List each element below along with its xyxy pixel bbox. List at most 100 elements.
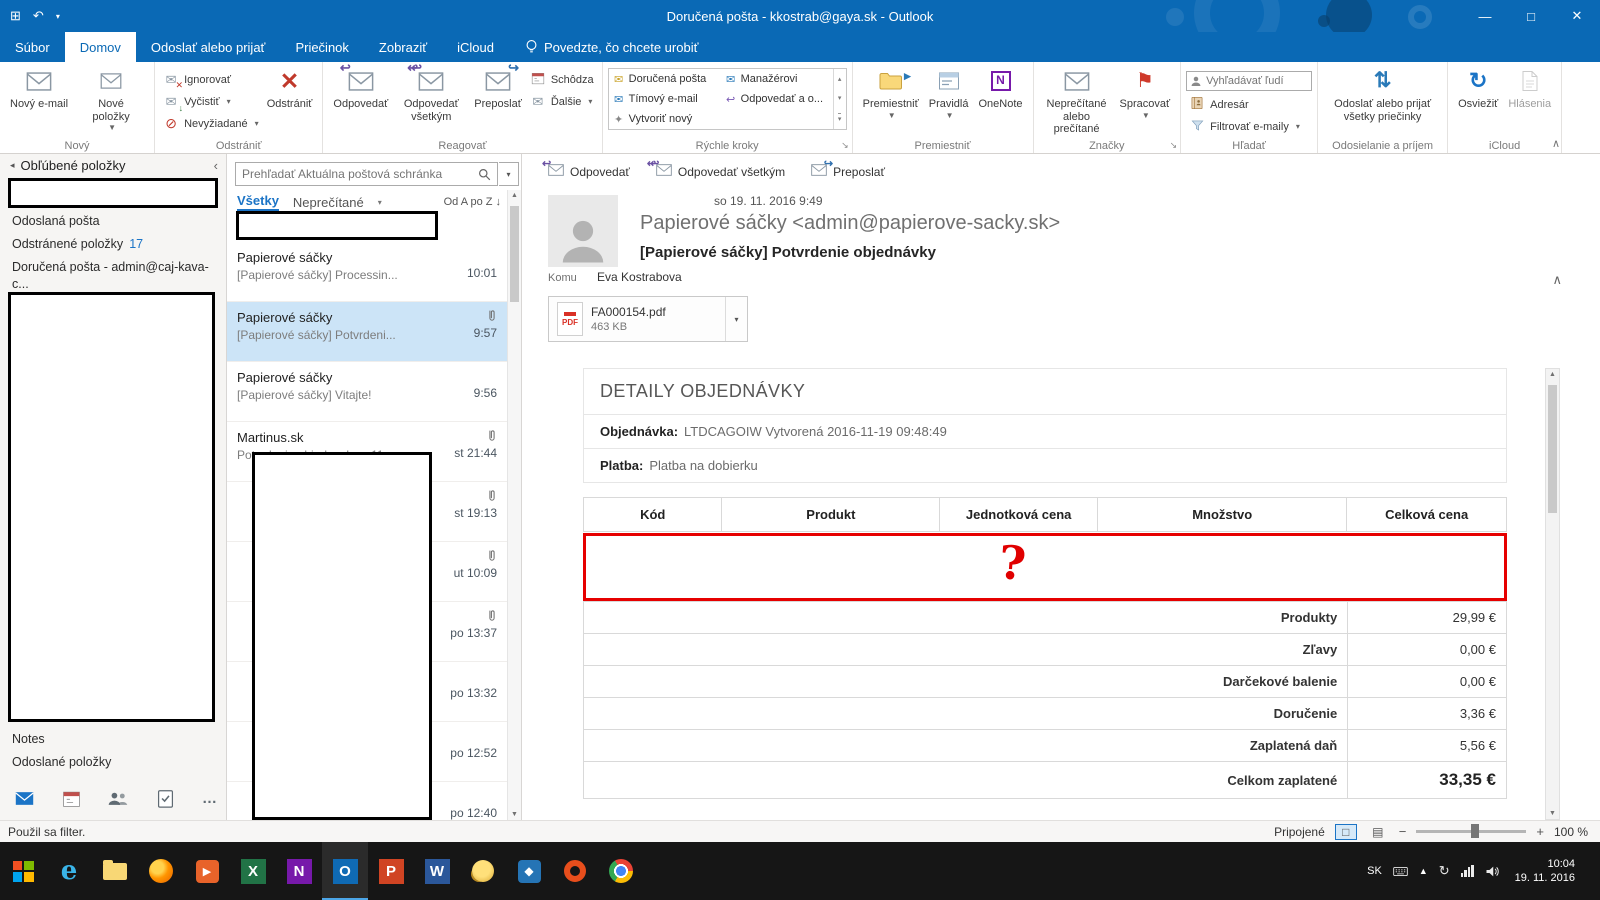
sync-tray-icon[interactable]: ↻ — [1439, 863, 1450, 879]
icloud-reports-button[interactable]: Hlásenia — [1503, 64, 1556, 111]
scroll-up-icon[interactable]: ▲ — [1546, 371, 1559, 378]
people-nav-icon[interactable] — [108, 788, 128, 808]
message-row[interactable]: Papierové sáčky [Papierové sáčky] Vitajt… — [227, 362, 507, 422]
search-input[interactable] — [236, 167, 478, 181]
search-scope-dropdown[interactable]: ▾ — [499, 162, 519, 186]
tab-file[interactable]: Súbor — [0, 32, 65, 62]
meeting-button[interactable]: Schôdza — [527, 69, 597, 90]
move-button[interactable]: ▸ Premiestniť ▼ — [858, 64, 924, 120]
tasks-nav-icon[interactable] — [155, 788, 175, 808]
scroll-up-icon[interactable]: ▲ — [508, 192, 521, 199]
minimize-pane-icon[interactable]: ‹ — [214, 158, 218, 173]
mail-nav-icon[interactable] — [14, 788, 34, 808]
reading-view-button[interactable]: ▤ — [1367, 824, 1389, 840]
outlook-icon[interactable]: O — [322, 842, 368, 900]
favorites-header[interactable]: ◂ Obľúbené položky ‹ — [10, 158, 218, 173]
attachment-dropdown-icon[interactable]: ▾ — [725, 297, 747, 341]
tab-all-messages[interactable]: Všetky — [237, 193, 279, 212]
scroll-down-icon[interactable]: ▼ — [508, 811, 521, 818]
file-explorer-icon[interactable] — [92, 842, 138, 900]
tab-view[interactable]: Zobraziť — [364, 32, 442, 62]
tab-home[interactable]: Domov — [64, 32, 136, 62]
filter-email-button[interactable]: Filtrovať e-maily ▾ — [1186, 116, 1312, 137]
qat-dropdown-icon[interactable]: ▾ — [56, 12, 60, 21]
zoom-level[interactable]: 100 % — [1554, 825, 1588, 839]
powerpoint-icon[interactable]: P — [368, 842, 414, 900]
normal-view-button[interactable]: □ — [1334, 823, 1357, 840]
send-receive-all-button[interactable]: ⇅ Odoslať alebo prijať všetky priečinky — [1329, 64, 1436, 123]
customize-icon[interactable]: ⊞ — [10, 8, 21, 24]
to-recipient[interactable]: Eva Kostrabova — [597, 270, 682, 284]
reading-pane-scrollbar[interactable]: ▲ ▼ — [1545, 368, 1560, 820]
folder-item-inbox-admin[interactable]: Doručená pošta - admin@caj-kava-c... — [0, 256, 226, 296]
forward-button[interactable]: ↪ Preposlať — [469, 62, 527, 111]
new-email-button[interactable]: Nový e-mail — [5, 64, 73, 111]
collapse-header-icon[interactable]: ∧ — [1552, 272, 1562, 288]
zoom-in-button[interactable]: + — [1536, 824, 1544, 839]
quick-step-inbox[interactable]: ✉ Doručená pošta — [609, 69, 721, 89]
onenote-icon[interactable]: N — [276, 842, 322, 900]
more-respond-button[interactable]: ✉ Ďalšie ▾ — [527, 91, 597, 112]
coins-app-icon[interactable] — [460, 842, 506, 900]
junk-button[interactable]: ⊘ Nevyžiadané ▾ — [160, 113, 262, 134]
address-book-button[interactable]: Adresár — [1186, 94, 1312, 115]
calendar-nav-icon[interactable] — [61, 788, 81, 808]
tab-unread-messages[interactable]: Neprečítané — [293, 195, 364, 210]
cleanup-button[interactable]: ✉ ↓ Vyčistiť ▾ — [160, 91, 262, 113]
media-player-icon[interactable]: ▶ — [184, 842, 230, 900]
tab-send-receive[interactable]: Odoslať alebo prijať — [136, 32, 281, 62]
onenote-button[interactable]: N OneNote — [973, 64, 1027, 111]
tab-icloud[interactable]: iCloud — [442, 32, 509, 62]
new-items-button[interactable]: Nové položky ▼ — [73, 64, 149, 132]
quick-step-to-manager[interactable]: ✉ Manažérovi — [721, 69, 833, 89]
follow-up-button[interactable]: ⚑ Spracovať ▼ — [1115, 64, 1176, 120]
folder-item-notes[interactable]: Notes — [0, 728, 226, 751]
quick-step-reply-delete[interactable]: ↩ Odpovedať a o... — [721, 89, 833, 109]
ignore-button[interactable]: ✉ ✕ Ignorovať — [160, 69, 262, 90]
network-icon[interactable] — [1460, 865, 1474, 877]
search-people-input[interactable] — [1186, 71, 1313, 91]
sort-order-button[interactable]: Od A po Z ↓ — [444, 196, 501, 208]
gallery-scroll[interactable]: ▴ ▾ ▾ — [832, 69, 846, 129]
folder-item-sent[interactable]: Odoslaná pošta — [0, 210, 226, 233]
more-nav-icon[interactable]: … — [202, 790, 218, 807]
red-ring-app-icon[interactable] — [552, 842, 598, 900]
folder-item-deleted[interactable]: Odstránené položky 17 — [0, 233, 226, 256]
chevron-down-icon[interactable]: ▾ — [378, 198, 382, 207]
unread-read-button[interactable]: Neprečítané alebo prečítané — [1039, 64, 1115, 136]
undo-icon[interactable]: ↶ — [33, 8, 44, 24]
reply-all-link[interactable]: ↩↩ Odpovedať všetkým — [647, 158, 785, 179]
scrollbar-thumb[interactable] — [1548, 385, 1557, 513]
folder-item-sent-items[interactable]: Odoslané položky — [0, 751, 226, 774]
scrollbar-thumb[interactable] — [510, 206, 519, 302]
collapse-ribbon-icon[interactable]: ∧ — [1552, 137, 1560, 150]
reply-link[interactable]: ↩ Odpovedať — [542, 158, 630, 179]
hidden-icons-caret[interactable]: ▲ — [1419, 866, 1428, 876]
scroll-down-icon[interactable]: ▼ — [1546, 810, 1559, 817]
zoom-out-button[interactable]: − — [1399, 824, 1407, 839]
attachment-chip[interactable]: PDF FA000154.pdf 463 KB ▾ — [548, 296, 748, 342]
delete-button[interactable]: ✕ Odstrániť — [262, 64, 318, 111]
search-people-box[interactable] — [1186, 71, 1313, 91]
maximize-button[interactable]: □ — [1508, 0, 1554, 32]
tell-me-box[interactable]: Povedzte, čo chcete urobiť — [525, 32, 698, 62]
edge-icon[interactable]: e — [46, 842, 92, 900]
language-indicator[interactable]: SK — [1367, 865, 1382, 877]
dialog-launcher-icon[interactable]: ↘ — [1170, 140, 1178, 151]
message-row[interactable]: Papierové sáčky [Papierové sáčky] Proces… — [227, 242, 507, 302]
volume-icon[interactable] — [1485, 865, 1500, 878]
reply-button[interactable]: ↩ Odpovedať — [328, 62, 393, 111]
icloud-refresh-button[interactable]: ↻ Osviežiť — [1453, 64, 1503, 111]
blue-app-icon[interactable]: ◆ — [506, 842, 552, 900]
rules-button[interactable]: Pravidlá ▼ — [924, 64, 974, 120]
message-list-scrollbar[interactable]: ▲ ▼ — [507, 190, 521, 820]
chrome-icon[interactable] — [598, 842, 644, 900]
word-icon[interactable]: W — [414, 842, 460, 900]
forward-link[interactable]: ↪ Preposlať — [811, 158, 885, 179]
quick-step-team-email[interactable]: ✉ Tímový e-mail — [609, 89, 721, 109]
close-button[interactable]: ✕ — [1554, 0, 1600, 32]
excel-icon[interactable]: X — [230, 842, 276, 900]
minimize-button[interactable]: — — [1462, 0, 1508, 32]
zoom-slider[interactable] — [1416, 824, 1527, 838]
dialog-launcher-icon[interactable]: ↘ — [841, 140, 849, 151]
